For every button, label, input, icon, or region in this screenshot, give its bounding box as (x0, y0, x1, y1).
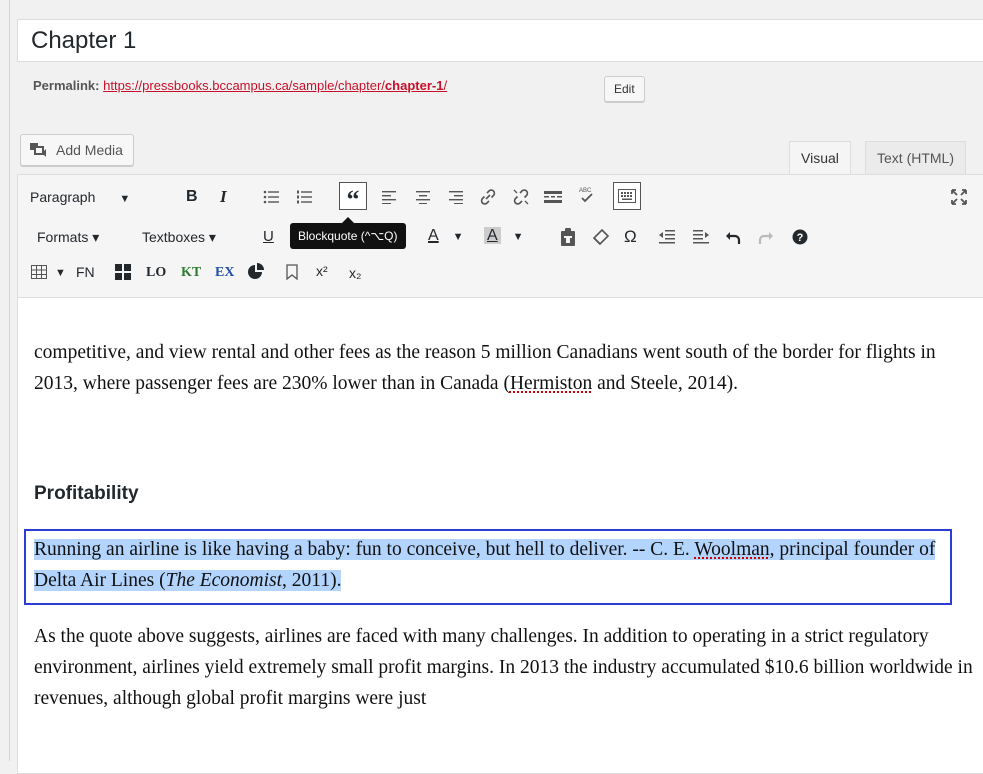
text-color-label: A (428, 227, 439, 244)
textboxes-dropdown[interactable]: Textboxes ▾ (142, 227, 216, 247)
footnote-button[interactable]: FN (76, 262, 95, 282)
undo-icon[interactable] (722, 226, 744, 248)
table-icon[interactable] (28, 261, 50, 283)
blockquote-tooltip: Blockquote (^⌥Q) (290, 223, 406, 249)
outdent-icon[interactable] (656, 226, 678, 248)
superscript-button[interactable]: x² (316, 261, 328, 281)
add-media-label: Add Media (56, 135, 123, 165)
editor: Paragraph ▼ B I “ ABC Formats ▾ Textboxe… (17, 174, 983, 774)
table-dropdown-arrow[interactable]: ▼ (55, 263, 66, 283)
permalink-url[interactable]: https://pressbooks.bccampus.ca/sample/ch… (103, 78, 447, 93)
underline-button[interactable]: U (263, 227, 274, 247)
permalink: Permalink: https://pressbooks.bccampus.c… (33, 78, 447, 93)
pie-chart-icon[interactable] (245, 261, 267, 283)
quote-text: Running an airline is like having a baby… (34, 534, 952, 596)
media-icon (29, 141, 49, 159)
background-color-button[interactable]: A ▼ (484, 226, 524, 247)
bullet-list-icon[interactable] (260, 186, 282, 208)
align-right-icon[interactable] (444, 186, 466, 208)
toolbar-toggle-icon[interactable] (613, 182, 641, 210)
numbered-list-icon[interactable] (293, 186, 315, 208)
paragraph-2: As the quote above suggests, airlines ar… (34, 621, 983, 714)
clear-formatting-icon[interactable] (590, 226, 612, 248)
paste-text-icon[interactable] (557, 226, 579, 248)
link-icon[interactable] (477, 186, 499, 208)
editor-toolbar: Paragraph ▼ B I “ ABC Formats ▾ Textboxe… (18, 175, 983, 298)
fullscreen-icon[interactable] (948, 186, 970, 208)
post-title-input[interactable]: Chapter 1 (17, 19, 983, 62)
spellcheck-icon[interactable]: ABC (576, 184, 598, 206)
bookmark-icon[interactable] (281, 261, 303, 283)
svg-text:ABC: ABC (579, 188, 592, 194)
permalink-label: Permalink: (33, 78, 99, 93)
svg-text:?: ? (797, 232, 804, 244)
align-left-icon[interactable] (379, 186, 401, 208)
left-border (9, 0, 10, 761)
align-center-icon[interactable] (412, 186, 434, 208)
bold-button[interactable]: B (186, 187, 198, 207)
indent-icon[interactable] (690, 226, 712, 248)
text-color-button[interactable]: A ▼ (428, 226, 464, 247)
background-color-label: A (484, 227, 501, 244)
add-media-button[interactable]: Add Media (20, 134, 134, 166)
grid-icon[interactable] (112, 261, 134, 283)
key-takeaways-button[interactable]: KT (181, 263, 201, 283)
format-select[interactable]: Paragraph ▼ (30, 187, 130, 209)
formats-dropdown[interactable]: Formats ▾ (37, 227, 99, 247)
special-character-button[interactable]: Ω (624, 227, 637, 247)
spelling-error: Hermiston (510, 373, 592, 394)
learning-objectives-button[interactable]: LO (146, 263, 166, 283)
blockquote: Running an airline is like having a baby… (24, 529, 952, 605)
italic-button[interactable]: I (220, 187, 227, 207)
heading-profitability: Profitability (34, 483, 139, 505)
exercises-button[interactable]: EX (215, 263, 234, 283)
paragraph-1: competitive, and view rental and other f… (34, 337, 983, 399)
read-more-icon[interactable] (542, 186, 564, 208)
subscript-button[interactable]: x₂ (349, 263, 361, 283)
tab-visual[interactable]: Visual (789, 141, 851, 175)
blockquote-icon[interactable]: “ (339, 182, 367, 210)
help-icon[interactable]: ? (789, 226, 811, 248)
spelling-error-woolman: Woolman (694, 539, 769, 560)
tab-text[interactable]: Text (HTML) (865, 141, 966, 175)
redo-icon[interactable] (755, 226, 777, 248)
unlink-icon[interactable] (510, 186, 532, 208)
permalink-edit-button[interactable]: Edit (604, 76, 645, 102)
